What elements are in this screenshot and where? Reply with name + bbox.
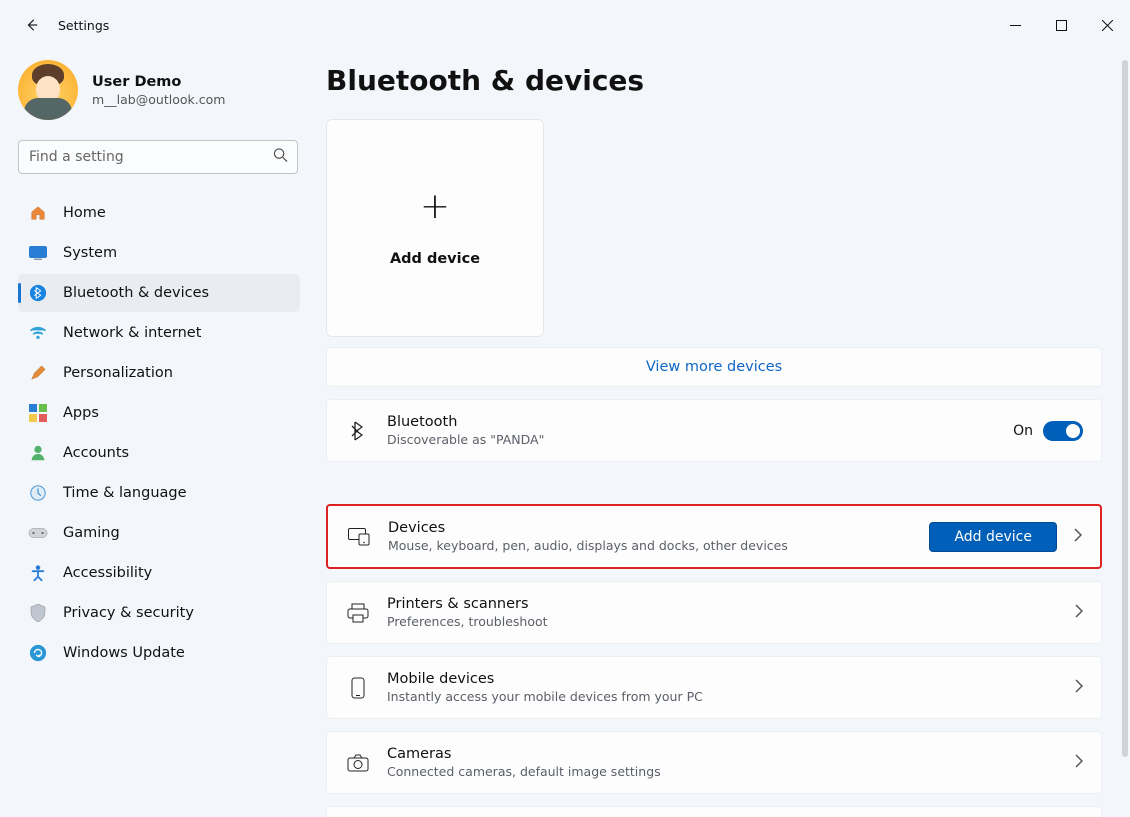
cameras-sub: Connected cameras, default image setting…: [387, 764, 1062, 779]
close-button[interactable]: [1084, 0, 1130, 50]
avatar: [18, 60, 78, 120]
back-button[interactable]: [14, 7, 50, 43]
sidebar-item-label: Bluetooth & devices: [63, 285, 209, 301]
cameras-row[interactable]: Cameras Connected cameras, default image…: [326, 731, 1102, 794]
minimize-button[interactable]: [992, 0, 1038, 50]
apps-icon: [28, 403, 48, 423]
view-more-devices-label: View more devices: [646, 359, 782, 375]
add-device-button[interactable]: Add device: [929, 522, 1057, 552]
mobile-icon: [345, 677, 371, 699]
add-device-card-label: Add device: [390, 251, 480, 267]
chevron-right-icon: [1074, 678, 1083, 697]
mouse-row[interactable]: Mouse: [326, 806, 1102, 817]
sidebar-item-gaming[interactable]: Gaming: [18, 514, 300, 552]
chevron-right-icon: [1073, 527, 1082, 546]
gaming-icon: [28, 523, 48, 543]
chevron-right-icon: [1074, 603, 1083, 622]
network-icon: [28, 323, 48, 343]
bluetooth-icon: [28, 283, 48, 303]
accounts-icon: [28, 443, 48, 463]
cameras-title: Cameras: [387, 746, 1062, 762]
devices-icon: [346, 528, 372, 546]
mobile-devices-row[interactable]: Mobile devices Instantly access your mob…: [326, 656, 1102, 719]
sidebar-item-apps[interactable]: Apps: [18, 394, 300, 432]
view-more-devices-link[interactable]: View more devices: [326, 347, 1102, 387]
printers-row[interactable]: Printers & scanners Preferences, trouble…: [326, 581, 1102, 644]
user-profile[interactable]: User Demo m__lab@outlook.com: [18, 60, 300, 120]
bluetooth-toggle-group: On: [1013, 421, 1083, 441]
devices-row[interactable]: Devices Mouse, keyboard, pen, audio, dis…: [326, 504, 1102, 569]
content-area: Bluetooth & devices + Add device View mo…: [312, 50, 1130, 817]
page-title: Bluetooth & devices: [326, 64, 1102, 97]
plus-icon: +: [420, 189, 450, 225]
sidebar-item-label: Home: [63, 205, 106, 221]
sidebar: User Demo m__lab@outlook.com Home System: [0, 50, 312, 817]
mobile-title: Mobile devices: [387, 671, 1062, 687]
sidebar-item-bluetooth-devices[interactable]: Bluetooth & devices: [18, 274, 300, 312]
printers-sub: Preferences, troubleshoot: [387, 614, 1062, 629]
system-icon: [28, 243, 48, 263]
sidebar-item-label: System: [63, 245, 117, 261]
sidebar-item-time-language[interactable]: Time & language: [18, 474, 300, 512]
bluetooth-toggle-label: On: [1013, 423, 1033, 439]
search-wrap: [18, 140, 300, 174]
sidebar-item-label: Accessibility: [63, 565, 152, 581]
sidebar-item-label: Privacy & security: [63, 605, 194, 621]
maximize-button[interactable]: [1038, 0, 1084, 50]
camera-icon: [345, 754, 371, 772]
scrollbar[interactable]: [1122, 60, 1128, 757]
sidebar-item-accessibility[interactable]: Accessibility: [18, 554, 300, 592]
titlebar: Settings: [0, 0, 1130, 50]
mobile-sub: Instantly access your mobile devices fro…: [387, 689, 1062, 704]
sidebar-item-home[interactable]: Home: [18, 194, 300, 232]
chevron-right-icon: [1074, 753, 1083, 772]
sidebar-item-label: Time & language: [63, 485, 187, 501]
bluetooth-toggle[interactable]: [1043, 421, 1083, 441]
window-controls: [992, 0, 1130, 50]
user-name: User Demo: [92, 74, 225, 90]
sidebar-item-label: Gaming: [63, 525, 120, 541]
home-icon: [28, 203, 48, 223]
bluetooth-icon: [345, 420, 371, 442]
sidebar-item-label: Apps: [63, 405, 99, 421]
bluetooth-title: Bluetooth: [387, 414, 1013, 430]
bluetooth-row[interactable]: Bluetooth Discoverable as "PANDA" On: [326, 399, 1102, 462]
add-device-card[interactable]: + Add device: [326, 119, 544, 337]
sidebar-item-system[interactable]: System: [18, 234, 300, 272]
user-email: m__lab@outlook.com: [92, 92, 225, 107]
bluetooth-sub: Discoverable as "PANDA": [387, 432, 1013, 447]
devices-title: Devices: [388, 520, 929, 536]
sidebar-item-accounts[interactable]: Accounts: [18, 434, 300, 472]
search-input[interactable]: [18, 140, 298, 174]
printer-icon: [345, 603, 371, 623]
back-arrow-icon: [25, 18, 39, 32]
accessibility-icon: [28, 563, 48, 583]
devices-sub: Mouse, keyboard, pen, audio, displays an…: [388, 538, 929, 553]
sidebar-item-label: Windows Update: [63, 645, 185, 661]
nav-list: Home System Bluetooth & devices Network …: [18, 194, 300, 672]
search-icon: [273, 148, 288, 167]
sidebar-item-label: Network & internet: [63, 325, 201, 341]
sidebar-item-privacy-security[interactable]: Privacy & security: [18, 594, 300, 632]
printers-title: Printers & scanners: [387, 596, 1062, 612]
sidebar-item-windows-update[interactable]: Windows Update: [18, 634, 300, 672]
sidebar-item-label: Accounts: [63, 445, 129, 461]
time-language-icon: [28, 483, 48, 503]
windows-update-icon: [28, 643, 48, 663]
sidebar-item-network[interactable]: Network & internet: [18, 314, 300, 352]
privacy-security-icon: [28, 603, 48, 623]
personalization-icon: [28, 363, 48, 383]
sidebar-item-label: Personalization: [63, 365, 173, 381]
sidebar-item-personalization[interactable]: Personalization: [18, 354, 300, 392]
window-title: Settings: [58, 18, 109, 33]
